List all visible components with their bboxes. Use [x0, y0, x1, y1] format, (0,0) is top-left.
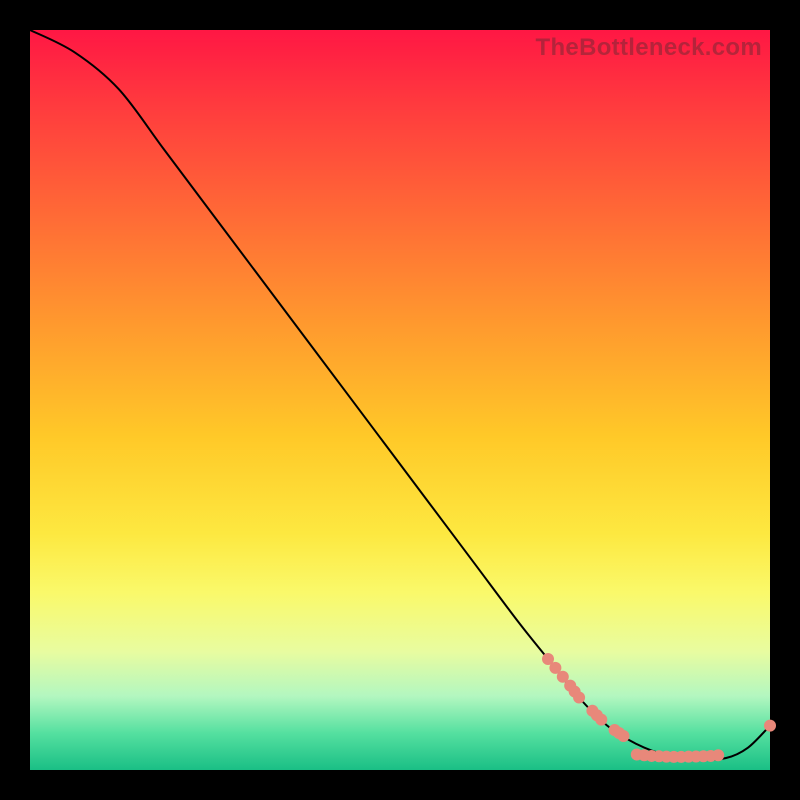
chart-area: TheBottleneck.com — [30, 30, 770, 770]
marker-dot — [764, 720, 776, 732]
marker-dot — [573, 691, 585, 703]
marker-dot — [617, 730, 629, 742]
data-markers — [542, 653, 776, 763]
chart-svg — [30, 30, 770, 770]
marker-dot — [595, 714, 607, 726]
marker-dot — [712, 749, 724, 761]
curve-line — [30, 30, 770, 760]
